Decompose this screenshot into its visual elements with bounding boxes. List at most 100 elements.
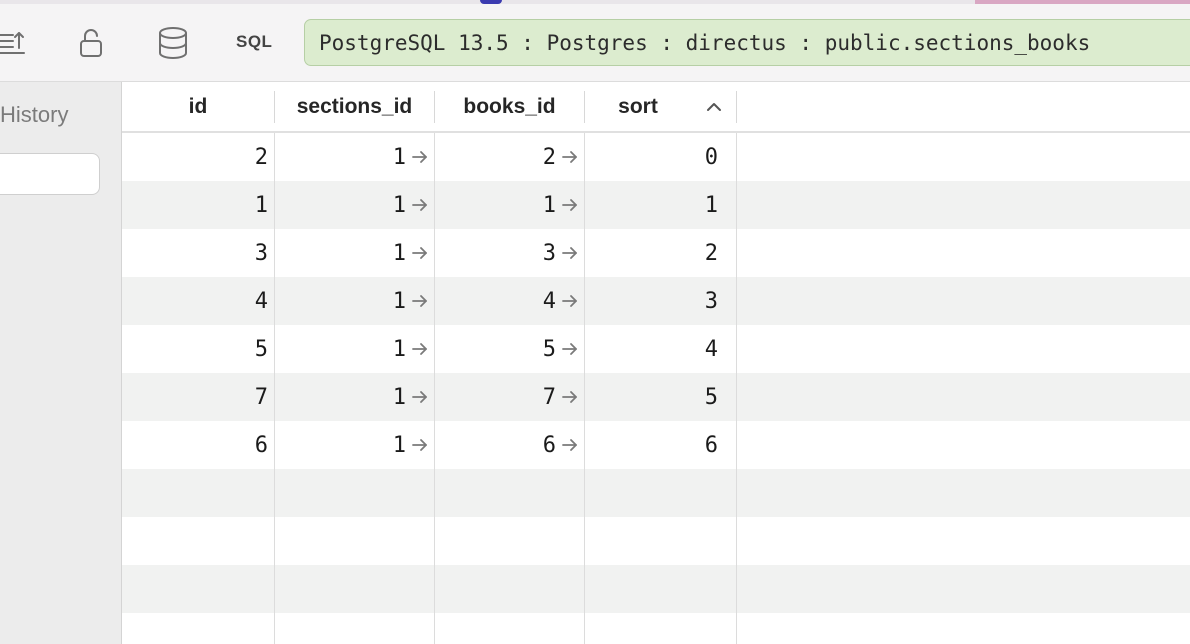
connection-info-bar[interactable]: PostgreSQL 13.5 : Postgres : directus : … xyxy=(304,19,1190,66)
table-row[interactable]: 5 1 5 4 xyxy=(122,325,1190,373)
table-row[interactable]: 6 1 6 6 xyxy=(122,421,1190,469)
database-icon[interactable] xyxy=(157,22,189,64)
cell-sort-value: 5 xyxy=(704,384,718,410)
cell-books-id-value: 7 xyxy=(542,384,556,410)
cell-books-id-value: 4 xyxy=(542,288,556,314)
cell-sort[interactable]: 2 xyxy=(705,229,718,277)
cell-sections-id-value: 1 xyxy=(392,384,406,410)
cell-sections-id-value: 1 xyxy=(392,288,406,314)
cell-books-id-value: 1 xyxy=(542,192,556,218)
cell-sort[interactable]: 4 xyxy=(705,325,718,373)
table-header: id sections_id books_id sort xyxy=(122,82,1190,133)
column-gridline xyxy=(736,133,737,644)
cell-books-id-value: 5 xyxy=(542,336,556,362)
column-gridline xyxy=(274,133,275,644)
cell-sort-value: 1 xyxy=(704,192,718,218)
arrow-right-icon[interactable] xyxy=(556,294,578,308)
cell-books-id[interactable]: 6 xyxy=(543,421,578,469)
cell-sections-id[interactable]: 1 xyxy=(393,421,428,469)
cell-books-id-value: 3 xyxy=(542,240,556,266)
cell-sections-id[interactable]: 1 xyxy=(393,277,428,325)
sidebar-search-input[interactable] xyxy=(0,153,100,195)
cell-books-id[interactable]: 2 xyxy=(543,133,578,181)
empty-table-row[interactable] xyxy=(122,565,1190,613)
cell-id-value: 1 xyxy=(254,192,268,218)
cell-sections-id-value: 1 xyxy=(392,432,406,458)
cell-sort[interactable]: 3 xyxy=(705,277,718,325)
column-header-books-id[interactable]: books_id xyxy=(435,82,584,131)
arrow-right-icon[interactable] xyxy=(406,150,428,164)
cell-sections-id-value: 1 xyxy=(392,240,406,266)
cell-sections-id[interactable]: 1 xyxy=(393,133,428,181)
arrow-right-icon[interactable] xyxy=(406,246,428,260)
cell-sort-value: 2 xyxy=(704,240,718,266)
table-row[interactable]: 2 1 2 0 xyxy=(122,133,1190,181)
cell-id-value: 4 xyxy=(254,288,268,314)
table-row[interactable]: 1 1 1 1 xyxy=(122,181,1190,229)
cell-books-id[interactable]: 1 xyxy=(543,181,578,229)
cell-sort[interactable]: 1 xyxy=(705,181,718,229)
arrow-right-icon[interactable] xyxy=(406,198,428,212)
history-tab[interactable]: History xyxy=(0,102,68,128)
cell-sort-value: 4 xyxy=(704,336,718,362)
column-divider[interactable] xyxy=(736,91,737,123)
cell-books-id-value: 2 xyxy=(542,144,556,170)
column-gridline xyxy=(584,133,585,644)
column-header-id[interactable]: id xyxy=(122,82,274,131)
cell-sort-value: 0 xyxy=(704,144,718,170)
lock-open-icon[interactable] xyxy=(78,22,104,64)
cell-sections-id[interactable]: 1 xyxy=(393,229,428,277)
connection-label: PostgreSQL 13.5 : Postgres : directus : … xyxy=(319,30,1091,55)
cell-books-id[interactable]: 7 xyxy=(543,373,578,421)
arrow-right-icon[interactable] xyxy=(556,342,578,356)
empty-table-row[interactable] xyxy=(122,613,1190,644)
structure-icon[interactable] xyxy=(0,22,26,64)
cell-id-value: 2 xyxy=(254,144,268,170)
sidebar: History xyxy=(0,82,122,644)
cell-id[interactable]: 6 xyxy=(255,421,268,469)
arrow-right-icon[interactable] xyxy=(556,246,578,260)
cell-id[interactable]: 7 xyxy=(255,373,268,421)
cell-books-id[interactable]: 5 xyxy=(543,325,578,373)
arrow-right-icon[interactable] xyxy=(406,342,428,356)
cell-id-value: 7 xyxy=(254,384,268,410)
cell-sections-id-value: 1 xyxy=(392,336,406,362)
table-row[interactable]: 7 1 7 5 xyxy=(122,373,1190,421)
empty-table-row[interactable] xyxy=(122,517,1190,565)
cell-id-value: 5 xyxy=(254,336,268,362)
cell-id[interactable]: 4 xyxy=(255,277,268,325)
cell-sort[interactable]: 0 xyxy=(705,133,718,181)
cell-sort[interactable]: 5 xyxy=(705,373,718,421)
cell-sort-value: 6 xyxy=(704,432,718,458)
cell-sections-id[interactable]: 1 xyxy=(393,325,428,373)
table-row[interactable]: 3 1 3 2 xyxy=(122,229,1190,277)
cell-sort-value: 3 xyxy=(704,288,718,314)
column-gridline xyxy=(434,133,435,644)
cell-id[interactable]: 3 xyxy=(255,229,268,277)
arrow-right-icon[interactable] xyxy=(406,294,428,308)
table-row[interactable]: 4 1 4 3 xyxy=(122,277,1190,325)
cell-sections-id-value: 1 xyxy=(392,144,406,170)
cell-sections-id[interactable]: 1 xyxy=(393,181,428,229)
cell-id[interactable]: 5 xyxy=(255,325,268,373)
empty-table-row[interactable] xyxy=(122,469,1190,517)
cell-sections-id[interactable]: 1 xyxy=(393,373,428,421)
sql-button[interactable]: SQL xyxy=(236,32,272,52)
arrow-right-icon[interactable] xyxy=(556,390,578,404)
arrow-right-icon[interactable] xyxy=(406,438,428,452)
arrow-right-icon[interactable] xyxy=(556,438,578,452)
cell-id-value: 3 xyxy=(254,240,268,266)
cell-sort[interactable]: 6 xyxy=(705,421,718,469)
arrow-right-icon[interactable] xyxy=(556,150,578,164)
arrow-right-icon[interactable] xyxy=(556,198,578,212)
chevron-up-icon[interactable] xyxy=(704,97,724,117)
cell-books-id-value: 6 xyxy=(542,432,556,458)
cell-books-id[interactable]: 3 xyxy=(543,229,578,277)
data-table: id sections_id books_id sort 21201111313… xyxy=(122,82,1190,644)
cell-books-id[interactable]: 4 xyxy=(543,277,578,325)
cell-id[interactable]: 1 xyxy=(255,181,268,229)
arrow-right-icon[interactable] xyxy=(406,390,428,404)
column-header-sort[interactable]: sort xyxy=(585,82,691,131)
column-header-sections-id[interactable]: sections_id xyxy=(275,82,434,131)
cell-id[interactable]: 2 xyxy=(255,133,268,181)
